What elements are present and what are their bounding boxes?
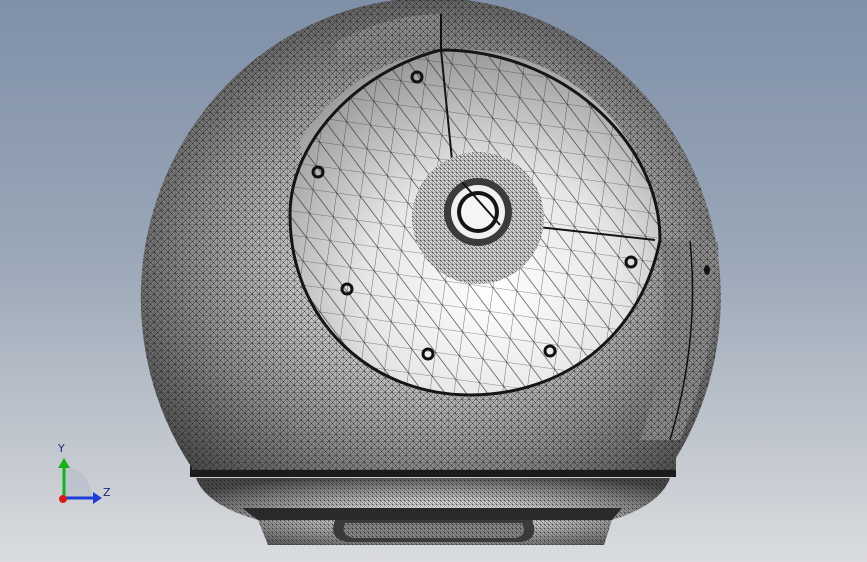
base-skirt <box>190 465 676 545</box>
meshed-sphere-model[interactable] <box>0 0 867 562</box>
graphics-viewport[interactable]: Y Z <box>0 0 867 562</box>
center-hub <box>412 152 544 284</box>
axis-z-label: Z <box>103 486 111 499</box>
axis-y-label: Y <box>58 442 65 455</box>
axis-triad <box>58 458 102 504</box>
x-axis-dot <box>59 495 67 503</box>
